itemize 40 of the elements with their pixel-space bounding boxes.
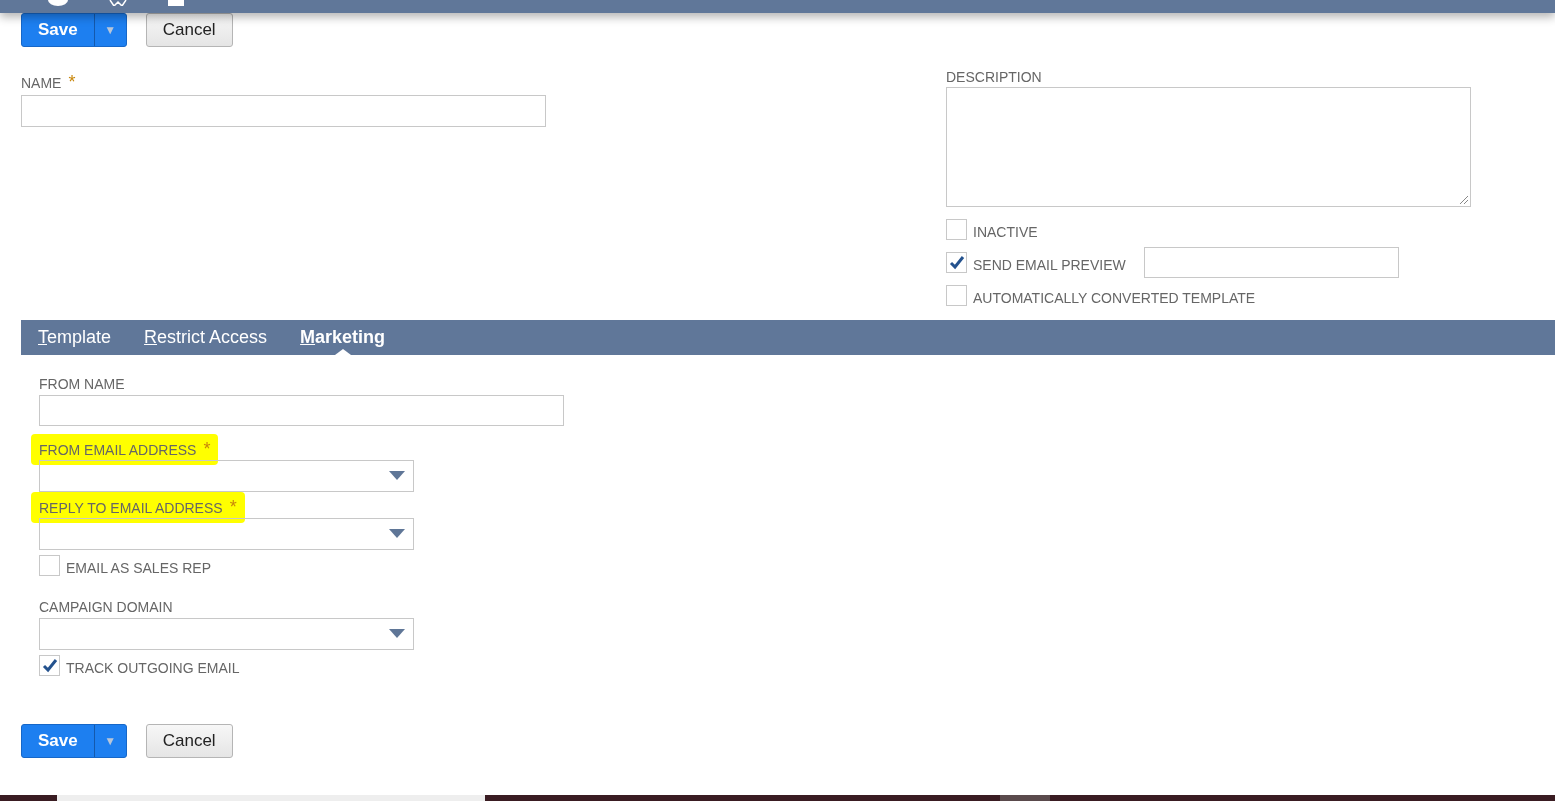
checkbox[interactable] <box>946 219 967 240</box>
checkbox-label: TRACK OUTGOING EMAIL <box>66 660 240 676</box>
dropdown-caret-icon <box>389 471 405 481</box>
tab[interactable]: Restrict Access <box>144 320 268 355</box>
save-button[interactable]: Save ▼ <box>21 13 127 47</box>
checkbox-label: AUTOMATICALLY CONVERTED TEMPLATE <box>973 290 1256 306</box>
required-asterisk: * <box>68 71 76 92</box>
select-field[interactable] <box>39 618 414 650</box>
select-field[interactable] <box>39 460 414 492</box>
field-label: REPLY TO EMAIL ADDRESS * <box>31 491 245 523</box>
dropdown-caret-icon <box>389 629 405 639</box>
checkbox-label: INACTIVE <box>973 224 1038 240</box>
field-label: FROM EMAIL ADDRESS * <box>31 433 219 465</box>
checkbox[interactable] <box>946 285 967 306</box>
description-textarea[interactable] <box>946 87 1471 207</box>
checkbox[interactable] <box>39 555 60 576</box>
select-field[interactable] <box>39 518 414 550</box>
tab[interactable]: Template <box>38 320 112 355</box>
text-input[interactable] <box>39 395 564 426</box>
cancel-button[interactable]: Cancel <box>145 13 233 47</box>
required-asterisk: * <box>203 438 211 459</box>
cancel-button[interactable]: Cancel <box>145 724 233 758</box>
checkbox[interactable] <box>39 655 60 676</box>
checkmark-icon <box>42 657 58 673</box>
checkbox-label: SEND EMAIL PREVIEW <box>973 257 1126 273</box>
required-asterisk: * <box>229 496 237 517</box>
name-input[interactable] <box>21 95 546 127</box>
save-button[interactable]: Save ▼ <box>21 724 127 758</box>
checkbox[interactable] <box>946 252 967 273</box>
document-icon <box>168 0 184 6</box>
checkmark-icon <box>949 254 965 270</box>
field-label: CAMPAIGN DOMAIN <box>39 597 173 617</box>
field-label: NAME * <box>21 70 76 94</box>
field-label: DESCRIPTION <box>946 68 1043 87</box>
field-label: FROM NAME <box>39 374 125 394</box>
resize-grip-icon <box>1458 194 1468 204</box>
tab[interactable]: Marketing <box>300 320 386 355</box>
checkbox-label: EMAIL AS SALES REP <box>66 560 211 576</box>
dropdown-caret-icon <box>389 529 405 539</box>
preview-email-input[interactable] <box>1143 246 1399 278</box>
